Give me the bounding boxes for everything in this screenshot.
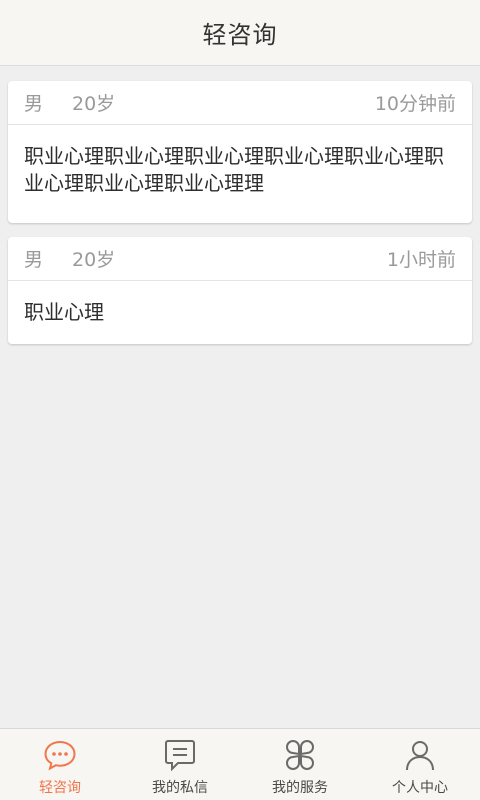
chat-bubble-icon <box>44 740 76 771</box>
person-icon <box>406 741 434 771</box>
service-grid-icon <box>286 740 314 770</box>
card-header: 男 20岁 10分钟前 <box>8 81 472 125</box>
top-bar: 轻咨询 <box>0 0 480 66</box>
gender-label: 男 <box>24 93 44 115</box>
tab-private-messages[interactable]: 我的私信 <box>120 729 240 800</box>
page-title: 轻咨询 <box>202 21 278 49</box>
consultation-card[interactable]: 男 20岁 1小时前 职业心理 <box>8 237 472 344</box>
tab-personal-center[interactable]: 个人中心 <box>360 729 480 800</box>
consultation-content: 职业心理职业心理职业心理职业心理职业心理职业心理职业心理职业心理理 <box>24 144 444 195</box>
age-label: 20岁 <box>72 93 116 115</box>
tab-label: 轻咨询 <box>39 780 81 796</box>
consultation-card[interactable]: 男 20岁 10分钟前 职业心理职业心理职业心理职业心理职业心理职业心理职业心理… <box>8 81 472 223</box>
timestamp: 1小时前 <box>386 249 456 271</box>
timestamp: 10分钟前 <box>374 93 456 115</box>
bottom-tab-bar: 轻咨询 我的私信 我的服务 个人中心 <box>0 728 480 800</box>
tab-light-consult[interactable]: 轻咨询 <box>0 729 120 800</box>
card-header: 男 20岁 1小时前 <box>8 237 472 281</box>
consultation-list: 男 20岁 10分钟前 职业心理职业心理职业心理职业心理职业心理职业心理职业心理… <box>8 81 472 358</box>
tab-my-services[interactable]: 我的服务 <box>240 729 360 800</box>
tab-label: 个人中心 <box>392 780 448 796</box>
age-label: 20岁 <box>72 249 116 271</box>
tab-label: 我的服务 <box>272 780 328 796</box>
message-icon <box>165 740 195 772</box>
consultation-content: 职业心理 <box>24 300 104 324</box>
tab-label: 我的私信 <box>152 780 208 796</box>
gender-label: 男 <box>24 249 44 271</box>
